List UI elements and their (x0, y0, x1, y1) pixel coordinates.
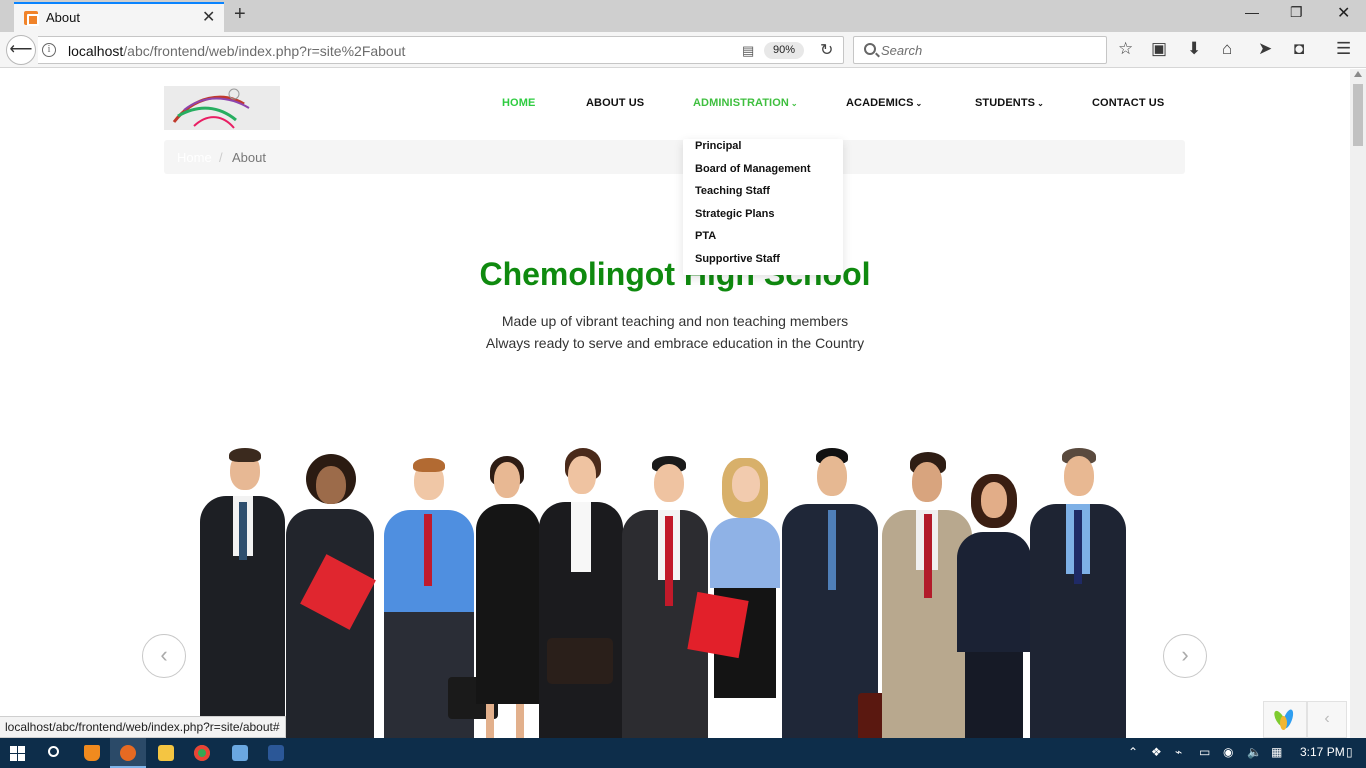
staff-person (535, 448, 625, 738)
menu-academics[interactable]: ACADEMICS ⌄ (846, 97, 922, 109)
chevron-down-icon: ⌄ (790, 99, 798, 108)
debug-toolbar-toggle-icon[interactable]: ‹ (1307, 701, 1347, 738)
taskbar-word-icon[interactable] (258, 738, 294, 768)
menu-home[interactable]: HOME (502, 97, 535, 109)
download-icon[interactable]: ⬇ (1187, 40, 1201, 58)
browser-navbar: ⟵ i localhost/abc/frontend/web/index.php… (0, 32, 1366, 68)
taskbar-clock[interactable]: 3:17 PM (1300, 745, 1345, 759)
tagline-line-1: Made up of vibrant teaching and non teac… (501, 313, 849, 329)
back-arrow-icon[interactable]: ⟵ (6, 35, 36, 65)
globe-icon[interactable]: ◉ (1223, 745, 1233, 759)
menu-contact-us[interactable]: CONTACT US (1092, 97, 1164, 109)
staff-person (200, 444, 285, 738)
breadcrumb-home-link[interactable]: Home (177, 150, 212, 165)
volume-icon[interactable]: 🔈 (1247, 745, 1262, 759)
share-icon[interactable]: ➤ (1258, 40, 1272, 58)
browser-tab[interactable]: About ✕ (14, 2, 224, 32)
staff-person (1028, 448, 1128, 738)
web-page: HOME ABOUT US ADMINISTRATION ⌄ ACADEMICS ⌄… (0, 69, 1350, 738)
tray-overflow-icon[interactable]: ⌃ (1128, 745, 1138, 759)
menu-students[interactable]: STUDENTS ⌄ (975, 97, 1044, 109)
staff-person (472, 454, 542, 738)
staff-person (378, 452, 498, 738)
network-icon[interactable]: ⌁ (1175, 745, 1182, 759)
reader-view-icon[interactable]: ▤ (742, 43, 754, 59)
library-icon[interactable]: ▣ (1151, 40, 1167, 58)
reload-icon[interactable]: ↻ (820, 40, 833, 60)
site-favicon-icon (24, 11, 39, 26)
breadcrumb-current: About (232, 150, 266, 165)
windows-taskbar: ⌃ ❖ ⌁ ▭ ◉ 🔈 ▦ 3:17 PM ▯ (0, 738, 1366, 768)
hamburger-menu-icon[interactable]: ☰ (1336, 40, 1351, 58)
dropdown-item-supportive-staff[interactable]: Supportive Staff (695, 253, 780, 265)
staff-group-image (190, 414, 1140, 738)
taskbar-firefox-icon[interactable] (110, 738, 146, 768)
breadcrumb-separator: / (219, 150, 223, 165)
home-icon[interactable]: ⌂ (1222, 40, 1232, 58)
bookmark-star-icon[interactable]: ☆ (1118, 40, 1133, 58)
staff-person (780, 448, 906, 738)
dropbox-icon[interactable]: ❖ (1151, 745, 1162, 759)
search-icon (864, 43, 876, 55)
dropdown-item-pta[interactable]: PTA (695, 230, 716, 242)
menu-about-us[interactable]: ABOUT US (586, 97, 644, 109)
windows-start-icon[interactable] (10, 746, 25, 761)
staff-person (687, 456, 790, 738)
info-icon[interactable]: i (42, 43, 56, 57)
zoom-level-badge[interactable]: 90% (764, 42, 804, 59)
taskbar-file-explorer-icon[interactable] (148, 738, 184, 768)
administration-dropdown: Principal Board of Management Teaching S… (683, 139, 843, 275)
dropdown-item-teaching-staff[interactable]: Teaching Staff (695, 185, 770, 197)
staff-person (955, 474, 1033, 738)
search-input[interactable]: Search (853, 36, 1107, 64)
scroll-up-icon[interactable] (1354, 71, 1362, 77)
dropdown-item-strategic-plans[interactable]: Strategic Plans (695, 208, 774, 220)
restore-icon[interactable]: ❐ (1290, 4, 1303, 21)
carousel-prev-button[interactable]: ‹ (142, 634, 186, 678)
chevron-down-icon: ⌄ (1037, 99, 1044, 108)
page-scrollbar[interactable] (1350, 69, 1366, 738)
menu-administration[interactable]: ADMINISTRATION ⌄ (693, 97, 798, 109)
chevron-down-icon: ⌄ (915, 99, 923, 108)
window-close-icon[interactable]: ✕ (1337, 3, 1350, 23)
carousel-next-button[interactable]: › (1163, 634, 1207, 678)
search-placeholder: Search (881, 43, 923, 58)
taskbar-search-icon[interactable] (36, 738, 72, 768)
taskbar-vlc-icon[interactable] (74, 738, 110, 768)
taskbar-app-icon[interactable] (222, 738, 258, 768)
battery-icon[interactable]: ▭ (1199, 745, 1210, 759)
pocket-icon[interactable]: ◘ (1294, 40, 1304, 58)
tab-title: About (46, 10, 80, 25)
new-tab-icon[interactable]: + (234, 3, 246, 26)
browser-tab-bar: About ✕ + — ❐ ✕ (0, 0, 1366, 32)
scrollbar-thumb[interactable] (1353, 84, 1363, 146)
tagline-line-2: Always ready to serve and embrace educat… (485, 335, 865, 351)
breadcrumb: Home / About (164, 140, 1185, 174)
staff-person (282, 454, 377, 738)
keyboard-icon[interactable]: ▦ (1271, 745, 1282, 759)
url-text[interactable]: localhost/abc/frontend/web/index.php?r=s… (68, 43, 405, 59)
close-tab-icon[interactable]: ✕ (202, 7, 215, 27)
status-bar-url: localhost/abc/frontend/web/index.php?r=s… (0, 716, 286, 738)
taskbar-chrome-icon[interactable] (184, 738, 220, 768)
action-center-icon[interactable]: ▯ (1346, 745, 1353, 759)
main-menu: HOME ABOUT US ADMINISTRATION ⌄ ACADEMICS ⌄… (0, 97, 1350, 117)
minimize-icon[interactable]: — (1245, 4, 1259, 20)
yii-debug-toolbar-logo[interactable] (1263, 701, 1307, 738)
dropdown-item-principal[interactable]: Principal (695, 140, 741, 152)
school-title: Chemolingot High School (479, 256, 871, 292)
url-bar[interactable]: i localhost/abc/frontend/web/index.php?r… (38, 36, 844, 64)
dropdown-item-board[interactable]: Board of Management (695, 163, 811, 175)
